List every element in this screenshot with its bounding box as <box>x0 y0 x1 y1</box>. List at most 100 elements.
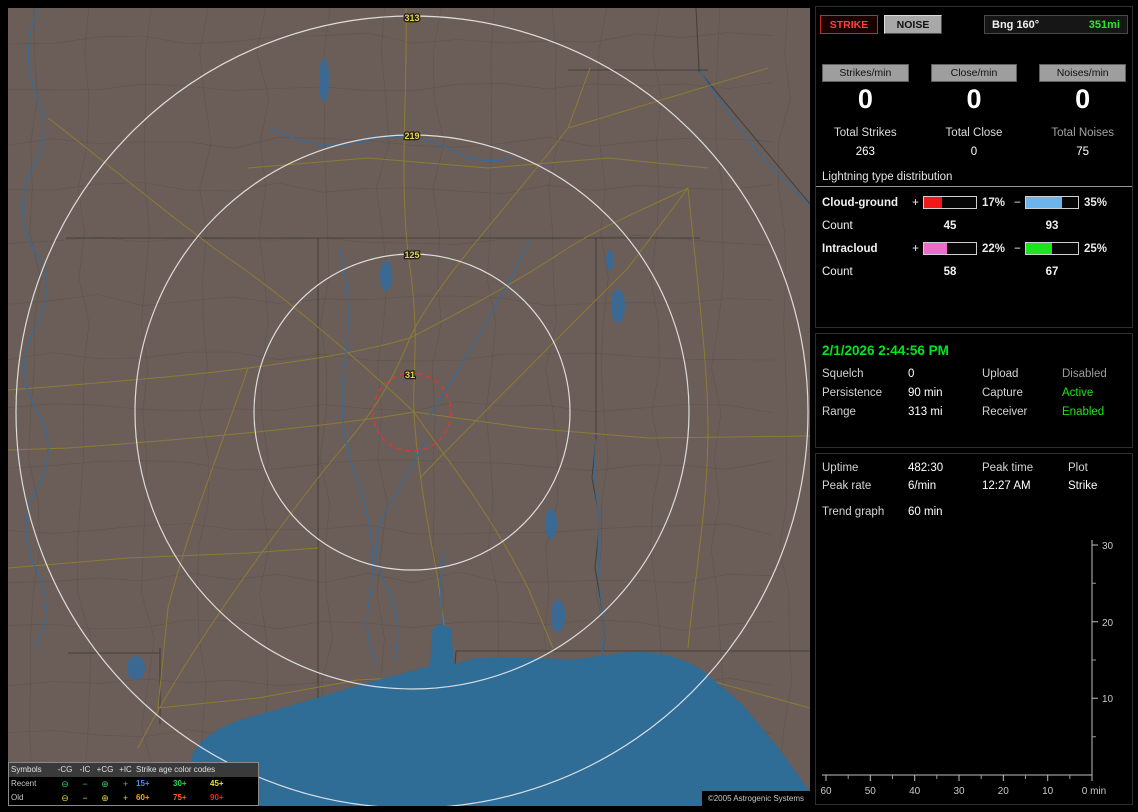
close-per-min-button[interactable]: Close/min <box>930 64 1018 82</box>
uptime-label: Uptime <box>822 462 859 474</box>
noises-per-min-button[interactable]: Noises/min <box>1039 64 1126 82</box>
legend-age-title: Strike age color codes <box>136 765 216 774</box>
range-label: Range <box>822 406 856 418</box>
age-60: 60+ <box>136 793 150 802</box>
pos-ic-icon: + <box>122 778 129 789</box>
age-90: 90+ <box>210 793 224 802</box>
x-tick-20: 20 <box>998 786 1010 797</box>
neg-cg-icon: ⊖ <box>61 778 69 789</box>
trend-graph-row: Trend graph 60 min <box>816 492 1132 518</box>
squelch-label: Squelch <box>822 368 864 380</box>
x-tick-10: 10 <box>1042 786 1054 797</box>
plus-sign: + <box>912 242 919 255</box>
y-tick-30: 30 <box>1102 541 1114 552</box>
intracloud-label: Intracloud <box>822 242 878 255</box>
trend-graph-label: Trend graph <box>822 506 885 518</box>
plot-value: Strike <box>1068 480 1098 492</box>
total-strikes-value: 263 <box>855 145 875 158</box>
legend-header: Symbols -CG -IC +CG +IC Strike age color… <box>9 763 258 777</box>
map-legend: Symbols -CG -IC +CG +IC Strike age color… <box>8 762 259 806</box>
peak-rate-label: Peak rate <box>822 480 872 492</box>
status-section: 2/1/2026 2:44:56 PM Squelch 0 Upload Dis… <box>815 333 1133 448</box>
trend-minor-ticks <box>847 582 1096 779</box>
intracloud-count-row: Count 58 67 <box>816 261 1132 283</box>
legend-symbols-title: Symbols <box>11 765 42 774</box>
range-ring-label: 31 <box>405 370 415 380</box>
capture-label: Capture <box>982 387 1023 399</box>
minus-sign: − <box>1014 196 1021 209</box>
legend-col-pos-ic: +IC <box>119 765 132 774</box>
squelch-value: 0 <box>908 368 915 380</box>
ic-positive-count: 58 <box>943 265 957 278</box>
total-close-label: Total Close <box>945 126 1003 139</box>
total-strikes-label: Total Strikes <box>834 126 897 139</box>
settings-grid: Squelch 0 Upload Disabled Persistence 90… <box>816 362 1132 418</box>
datetime-display: 2/1/2026 2:44:56 PM <box>822 343 949 358</box>
cg-negative-pct: 35% <box>1084 196 1108 209</box>
cloud-ground-label: Cloud-ground <box>822 196 899 209</box>
x-tick-0-min: 0 min <box>1082 786 1106 797</box>
rate-counters: Strikes/min 0 Total Strikes 263 Close/mi… <box>816 34 1132 158</box>
total-noises-label: Total Noises <box>1051 126 1114 139</box>
legend-old-label: Old <box>11 793 24 802</box>
legend-col-pos-cg: +CG <box>96 765 114 774</box>
cloud-ground-count-row: Count 45 93 <box>816 215 1132 237</box>
minus-sign: − <box>1014 242 1021 255</box>
strike-button[interactable]: STRIKE <box>820 15 878 34</box>
age-45: 45+ <box>210 779 224 788</box>
age-30: 30+ <box>173 779 187 788</box>
lightning-map[interactable]: 313 219 125 31 Symbols -CG -IC +CG +IC S… <box>8 8 810 806</box>
ic-negative-count: 67 <box>1045 265 1059 278</box>
persistence-value: 90 min <box>908 387 943 399</box>
neg-cg-icon: ⊖ <box>61 792 69 803</box>
legend-recent-label: Recent <box>11 779 37 788</box>
bearing-display: Bng 160° 351mi <box>984 15 1128 34</box>
total-noises-value: 75 <box>1076 145 1090 158</box>
map-canvas: 313 219 125 31 <box>8 8 810 806</box>
cg-positive-count: 45 <box>943 219 957 232</box>
total-close-value: 0 <box>970 145 978 158</box>
bearing-distance: 351mi <box>1088 18 1120 31</box>
close-per-min-value: 0 <box>966 84 982 114</box>
noise-button[interactable]: NOISE <box>884 15 942 34</box>
uptime-value: 482:30 <box>908 462 944 474</box>
receiver-value: Enabled <box>1062 406 1105 418</box>
pos-cg-icon: ⊕ <box>101 792 109 803</box>
cg-negative-bar <box>1025 196 1079 210</box>
cg-negative-count: 93 <box>1045 219 1059 232</box>
cg-positive-pct: 17% <box>982 196 1006 209</box>
intracloud-row: Intracloud + 22% − 25% <box>816 237 1132 261</box>
ic-positive-pct: 22% <box>982 242 1006 255</box>
persistence-label: Persistence <box>822 387 883 399</box>
divider <box>816 185 1132 187</box>
strikes-per-min-button[interactable]: Strikes/min <box>822 64 909 82</box>
ic-negative-bar <box>1025 242 1079 256</box>
cg-positive-bar <box>923 196 977 210</box>
session-section: Uptime 482:30 Peak time Plot Peak rate 6… <box>815 453 1133 805</box>
copyright: ©2005 Astrogenic Systems <box>701 791 810 806</box>
ic-negative-pct: 25% <box>1084 242 1108 255</box>
mode-row: STRIKE NOISE Bng 160° 351mi <box>816 7 1132 34</box>
count-label: Count <box>822 219 853 232</box>
y-tick-20: 20 <box>1102 618 1114 629</box>
cloud-ground-row: Cloud-ground + 17% − 35% <box>816 191 1132 215</box>
neg-ic-icon: − <box>82 792 88 803</box>
counters-section: STRIKE NOISE Bng 160° 351mi Strikes/min … <box>815 6 1133 328</box>
age-75: 75+ <box>173 793 187 802</box>
legend-col-neg-ic: -IC <box>79 765 91 774</box>
count-label: Count <box>822 265 853 278</box>
distribution-title: Lightning type distribution <box>822 170 953 183</box>
pos-cg-icon: ⊕ <box>101 778 109 789</box>
upload-label: Upload <box>982 368 1019 380</box>
session-grid: Uptime 482:30 Peak time Plot Peak rate 6… <box>816 454 1132 492</box>
trend-graph-value: 60 min <box>908 506 943 518</box>
capture-value: Active <box>1062 387 1094 399</box>
legend-row-recent: Recent ⊖ − ⊕ + 15+ 30+ 45+ <box>9 777 258 791</box>
noises-per-min-column: Noises/min 0 Total Noises 75 <box>1039 64 1126 158</box>
legend-col-neg-cg: -CG <box>57 765 73 774</box>
peak-time-label: Peak time <box>982 462 1034 474</box>
range-ring-label: 313 <box>404 13 419 23</box>
ic-positive-bar <box>923 242 977 256</box>
y-tick-10: 10 <box>1102 694 1114 705</box>
legend-row-old: Old ⊖ − ⊕ + 60+ 75+ 90+ <box>9 791 258 805</box>
